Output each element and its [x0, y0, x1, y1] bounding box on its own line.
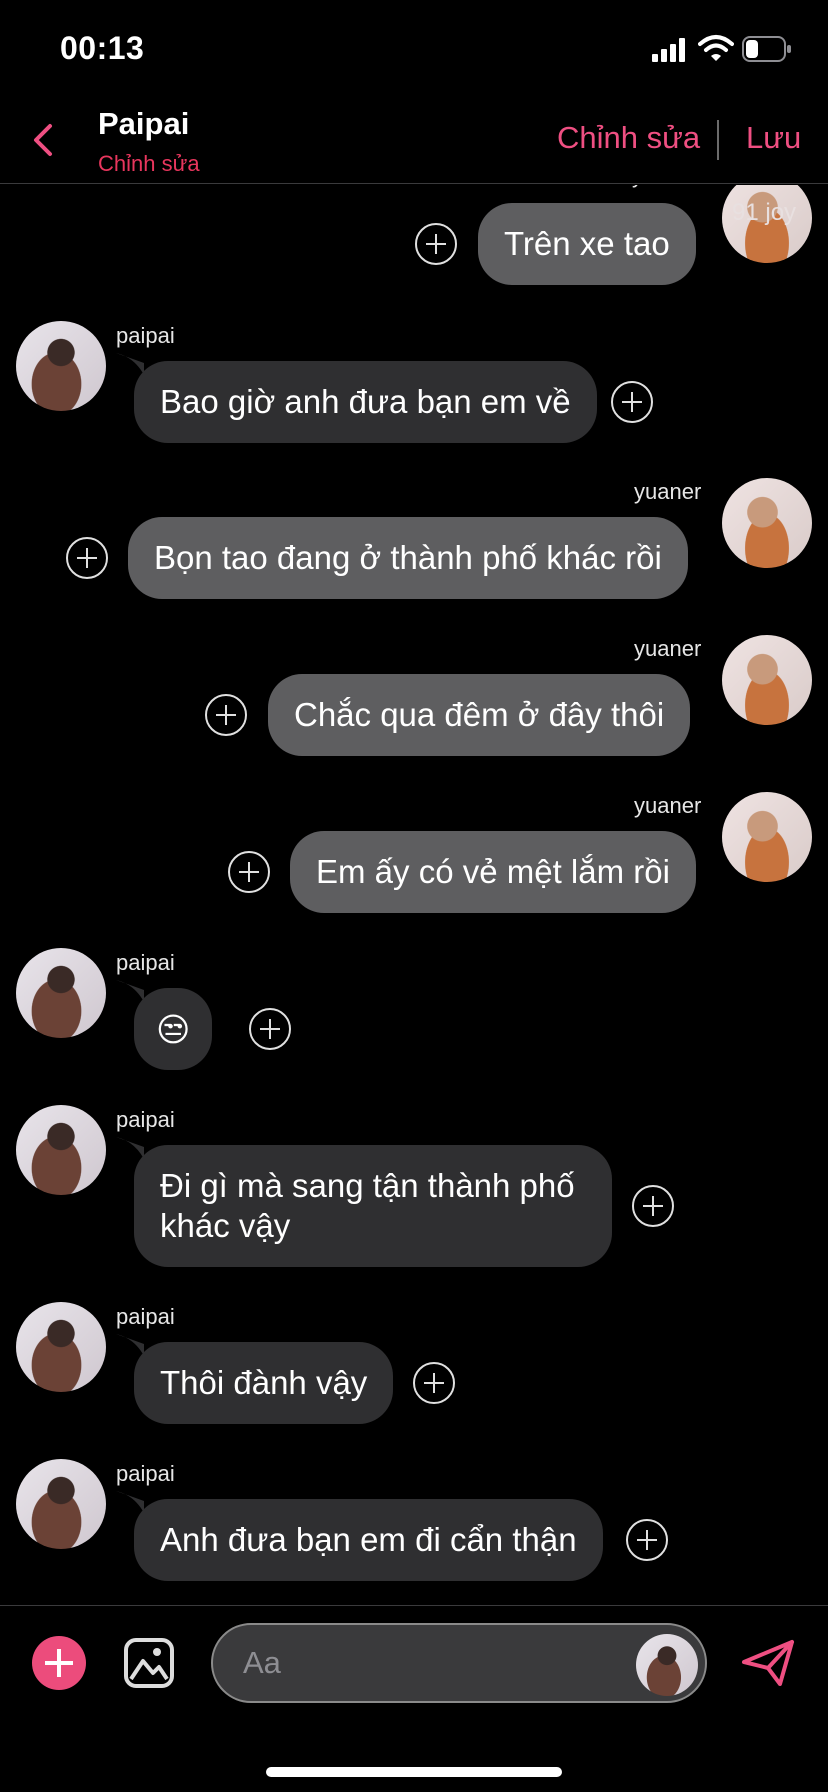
sender-name: yuaner	[634, 793, 702, 818]
message-bubble[interactable]: Bọn tao đang ở thành phố khác rồi	[128, 517, 688, 599]
add-message-plus-icon[interactable]	[632, 1185, 674, 1227]
wifi-icon	[698, 35, 734, 61]
add-message-plus-icon[interactable]	[249, 1008, 291, 1050]
add-icon[interactable]	[32, 1636, 86, 1690]
avatar-paipai[interactable]	[16, 948, 106, 1038]
message-bubble[interactable]: Anh đưa bạn em đi cẩn thận	[134, 1499, 603, 1581]
message-bubble[interactable]: Đi gì mà sang tận thành phố khác vậy	[134, 1145, 612, 1267]
edit-button[interactable]: Chỉnh sửa	[557, 120, 700, 156]
avatar-yuaner[interactable]: 91 joy	[722, 185, 812, 263]
sender-name: paipai	[116, 1461, 175, 1486]
chat-message-list[interactable]: yuaner 91 joy Trên xe tao paipai Bao giờ…	[0, 185, 828, 1605]
chat-screen: 00:13 Paipai Chỉnh sửa Chỉnh sửa Lưu 91 …	[0, 0, 828, 1792]
header-divider	[717, 120, 719, 160]
add-message-plus-icon[interactable]	[66, 537, 108, 579]
bubble-tail	[116, 353, 144, 375]
add-message-plus-icon[interactable]	[205, 694, 247, 736]
add-message-plus-icon[interactable]	[413, 1362, 455, 1404]
avatar-paipai[interactable]	[16, 1459, 106, 1549]
sender-name: yuaner	[632, 185, 699, 189]
avatar-yuaner[interactable]	[722, 478, 812, 568]
message-bubble[interactable]: Bao giờ anh đưa bạn em về	[134, 361, 597, 443]
add-message-plus-icon[interactable]	[228, 851, 270, 893]
battery-icon	[742, 36, 791, 62]
message-input[interactable]: Aa	[211, 1623, 707, 1703]
message-bubble[interactable]: Em ấy có vẻ mệt lắm rồi	[290, 831, 696, 913]
avatar-yuaner[interactable]	[722, 792, 812, 882]
bubble-tail	[116, 1137, 144, 1159]
add-message-plus-icon[interactable]	[415, 223, 457, 265]
message-bubble[interactable]: Trên xe tao	[478, 203, 696, 285]
sender-name: paipai	[116, 1107, 175, 1132]
avatar-overlay-text: 91 joy	[732, 199, 797, 226]
sender-name: paipai	[116, 950, 175, 975]
status-time: 00:13	[60, 30, 145, 66]
chat-header: Paipai Chỉnh sửa Chỉnh sửa Lưu	[0, 96, 828, 184]
message-bubble[interactable]: Thôi đành vậy	[134, 1342, 394, 1424]
save-button[interactable]: Lưu	[746, 120, 801, 156]
avatar-yuaner[interactable]	[722, 635, 812, 725]
add-message-plus-icon[interactable]	[626, 1519, 668, 1561]
avatar-paipai[interactable]	[16, 321, 106, 411]
avatar-paipai[interactable]	[16, 1302, 106, 1392]
image-icon[interactable]	[123, 1637, 175, 1689]
message-bubble[interactable]: Chắc qua đêm ở đây thôi	[268, 674, 691, 756]
sender-name: yuaner	[634, 479, 702, 504]
status-bar: 00:13	[0, 0, 828, 96]
composer-bar: Aa	[0, 1605, 828, 1792]
send-icon[interactable]	[740, 1638, 796, 1688]
bubble-tail	[116, 1334, 144, 1356]
add-message-plus-icon[interactable]	[611, 381, 653, 423]
chat-title: Paipai	[98, 106, 190, 141]
back-chevron-icon[interactable]	[26, 118, 62, 162]
home-indicator	[266, 1767, 562, 1777]
bubble-tail	[116, 1491, 144, 1513]
chat-subtitle: Chỉnh sửa	[98, 151, 200, 176]
message-bubble[interactable]: 😒	[134, 988, 213, 1070]
sender-name: paipai	[116, 1304, 175, 1329]
signal-icon	[652, 38, 685, 62]
sender-name: paipai	[116, 323, 175, 348]
input-avatar[interactable]	[636, 1634, 698, 1696]
bubble-tail	[116, 980, 144, 1002]
sender-name: yuaner	[634, 636, 702, 661]
avatar-paipai[interactable]	[16, 1105, 106, 1195]
